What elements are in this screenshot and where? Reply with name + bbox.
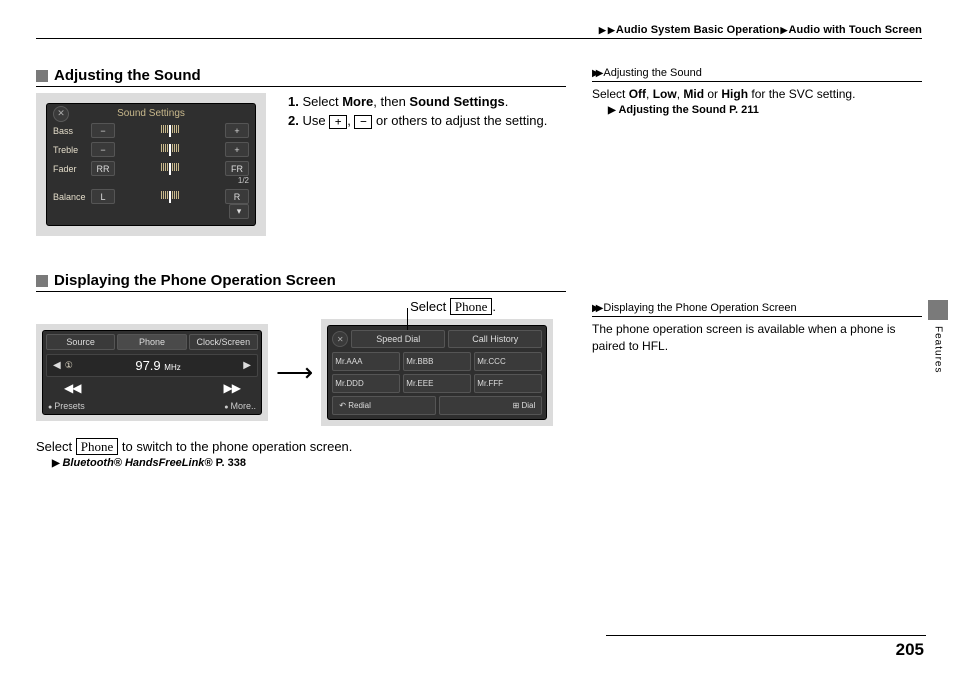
- contact-button[interactable]: Mr.FFF: [474, 374, 542, 393]
- presets-button[interactable]: Presets: [48, 401, 85, 411]
- contact-button[interactable]: Mr.DDD: [332, 374, 400, 393]
- phone-tab[interactable]: Phone: [117, 334, 186, 350]
- transition-arrow-icon: ⟶: [276, 357, 313, 388]
- close-icon[interactable]: ✕: [332, 331, 348, 347]
- sidebar-body: The phone operation screen is available …: [592, 321, 922, 355]
- phone-callout: Select Phone.: [36, 298, 566, 315]
- phone-screenshot: ✕ Speed Dial Call History Mr.AAA Mr.BBB …: [321, 319, 553, 426]
- dial-button[interactable]: ⊞ Dial: [439, 396, 543, 415]
- footer-instruction: Select Phone to switch to the phone oper…: [36, 438, 566, 455]
- minus-key-icon: −: [354, 115, 372, 129]
- section-heading-phone: Displaying the Phone Operation Screen: [36, 272, 566, 292]
- bass-minus-button[interactable]: −: [91, 123, 115, 138]
- phone-label-button: Phone: [450, 298, 493, 315]
- steps-text: 1. Select More, then Sound Settings. 2. …: [288, 93, 547, 131]
- tune-left-icon[interactable]: ◀: [53, 360, 61, 371]
- source-tab[interactable]: Source: [46, 334, 115, 350]
- breadcrumb: Audio System Basic OperationAudio with T…: [36, 24, 922, 38]
- seek-back-icon[interactable]: ◀◀: [64, 381, 80, 395]
- frequency-readout: 97.9 MHz: [73, 358, 244, 373]
- contact-button[interactable]: Mr.BBB: [403, 352, 471, 371]
- call-history-tab[interactable]: Call History: [448, 330, 542, 348]
- scroll-down-icon[interactable]: ▾: [229, 204, 249, 219]
- header-rule: [36, 38, 922, 39]
- sidebar-heading: Adjusting the Sound: [592, 67, 922, 82]
- sidebar-cross-reference: Adjusting the Sound P. 211: [608, 103, 922, 118]
- sidebar-heading: Displaying the Phone Operation Screen: [592, 302, 922, 317]
- sound-settings-screenshot: ✕ Sound Settings Bass − + Treble −: [36, 93, 266, 236]
- square-bullet-icon: [36, 70, 48, 82]
- close-icon[interactable]: ✕: [53, 106, 69, 122]
- page-indicator: 1/2: [53, 176, 249, 185]
- footer-rule: [606, 635, 926, 636]
- radio-screenshot: Source Phone Clock/Screen ◀ ① 97.9 MHz ▶…: [36, 324, 268, 421]
- square-bullet-icon: [36, 275, 48, 287]
- speed-dial-tab[interactable]: Speed Dial: [351, 330, 445, 348]
- seek-fwd-icon[interactable]: ▶▶: [224, 381, 240, 395]
- balance-left-button[interactable]: L: [91, 189, 115, 204]
- sidebar-body: Select Off, Low, Mid or High for the SVC…: [592, 86, 922, 118]
- contact-button[interactable]: Mr.CCC: [474, 352, 542, 371]
- bass-plus-button[interactable]: +: [225, 123, 249, 138]
- page-number: 205: [896, 640, 924, 660]
- tune-right-icon[interactable]: ▶: [243, 360, 251, 371]
- section-heading-sound: Adjusting the Sound: [36, 67, 566, 87]
- fader-rear-button[interactable]: RR: [91, 161, 115, 176]
- more-button[interactable]: More..: [224, 401, 256, 411]
- fader-front-button[interactable]: FR: [225, 161, 249, 176]
- contact-button[interactable]: Mr.AAA: [332, 352, 400, 371]
- balance-right-button[interactable]: R: [225, 189, 249, 204]
- clock-screen-tab[interactable]: Clock/Screen: [189, 334, 258, 350]
- plus-key-icon: +: [329, 115, 347, 129]
- contact-button[interactable]: Mr.EEE: [403, 374, 471, 393]
- phone-label-button: Phone: [76, 438, 119, 455]
- cross-reference: Bluetooth® HandsFreeLink® P. 338: [52, 457, 566, 469]
- treble-minus-button[interactable]: −: [91, 142, 115, 157]
- redial-button[interactable]: ↶ Redial: [332, 396, 436, 415]
- treble-plus-button[interactable]: +: [225, 142, 249, 157]
- sound-settings-title: Sound Settings: [117, 108, 185, 119]
- section-tab: Features: [928, 300, 948, 373]
